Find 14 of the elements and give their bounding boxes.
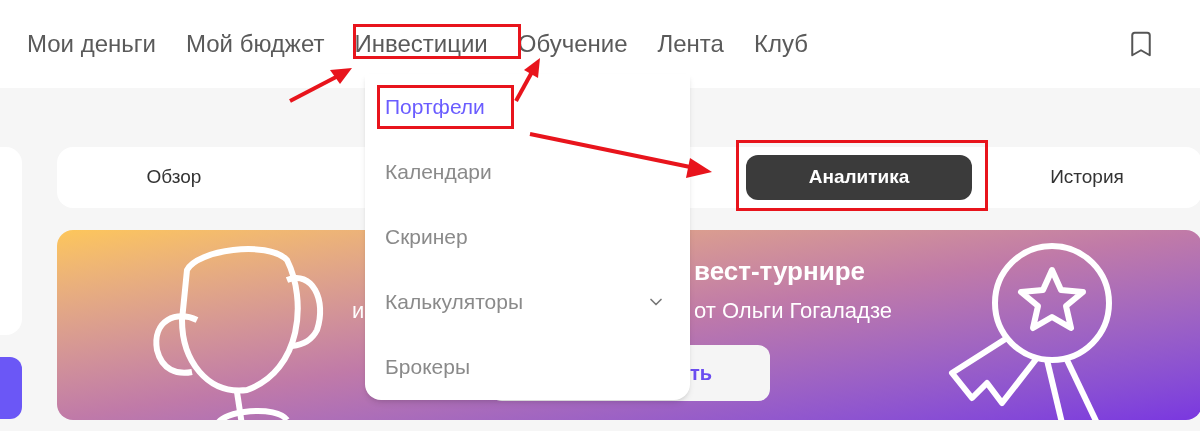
annotation-arrow <box>289 68 352 103</box>
side-button[interactable] <box>0 357 22 419</box>
nav-link[interactable]: Мои деньги <box>27 26 156 62</box>
banner-subtitle: от Ольги Гогаладзе <box>694 297 892 325</box>
annotation-arrow <box>514 58 540 102</box>
nav-link[interactable]: Клуб <box>753 26 808 62</box>
nav-link[interactable]: Обучение <box>517 26 628 62</box>
nav-link[interactable]: Мой бюджет <box>185 26 325 62</box>
banner-title: вест-турнире <box>694 255 866 288</box>
tab[interactable]: Аналитика <box>746 155 972 200</box>
nav-link[interactable]: Инвестиции <box>354 26 488 62</box>
nav-link[interactable]: Лента <box>657 26 724 62</box>
menu-item[interactable]: Портфели <box>365 74 690 139</box>
banner-subtitle: и <box>352 297 365 325</box>
